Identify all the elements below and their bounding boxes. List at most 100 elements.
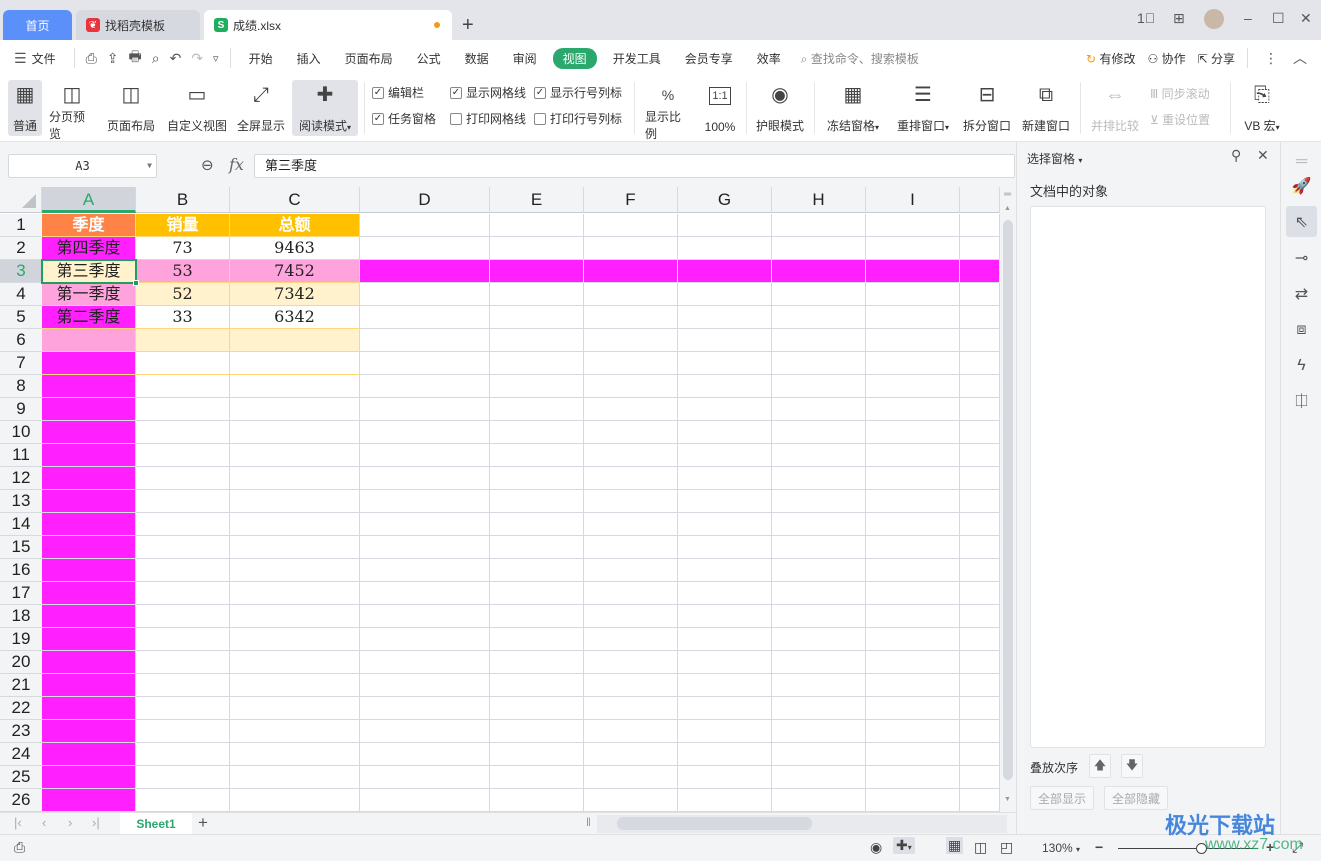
- column-header-G[interactable]: G: [678, 187, 772, 213]
- cell-H23[interactable]: [772, 720, 866, 743]
- cell-C13[interactable]: [230, 490, 360, 513]
- cell-J12[interactable]: [960, 467, 1000, 490]
- cell-F26[interactable]: [584, 789, 678, 812]
- cell-D11[interactable]: [360, 444, 490, 467]
- cell-A8[interactable]: [42, 375, 136, 398]
- cell-H11[interactable]: [772, 444, 866, 467]
- cell-J7[interactable]: [960, 352, 1000, 375]
- menu-page-layout[interactable]: 页面布局: [345, 50, 393, 67]
- checkbox-print-headings[interactable]: 打印行号列标: [534, 110, 622, 127]
- cell-C18[interactable]: [230, 605, 360, 628]
- menu-member[interactable]: 会员专享: [685, 50, 733, 67]
- cell-I6[interactable]: [866, 329, 960, 352]
- close-pane-icon[interactable]: ✕: [1257, 147, 1269, 164]
- print-icon[interactable]: 🖶: [129, 46, 142, 70]
- cell-E22[interactable]: [490, 697, 584, 720]
- cell-B14[interactable]: [136, 513, 230, 536]
- menu-review[interactable]: 审阅: [513, 50, 537, 67]
- show-all-button[interactable]: 全部显示: [1030, 786, 1094, 810]
- cell-D19[interactable]: [360, 628, 490, 651]
- cell-E17[interactable]: [490, 582, 584, 605]
- cell-D2[interactable]: [360, 237, 490, 260]
- collab-button[interactable]: ⚇ 协作: [1147, 50, 1185, 67]
- cell-G17[interactable]: [678, 582, 772, 605]
- cell-F24[interactable]: [584, 743, 678, 766]
- cell-E16[interactable]: [490, 559, 584, 582]
- row-header-25[interactable]: 25: [0, 766, 42, 789]
- name-box[interactable]: A3 ▼: [8, 154, 157, 178]
- cell-J1[interactable]: [960, 214, 1000, 237]
- sync-scroll-button[interactable]: Ⅲ 同步滚动: [1150, 85, 1210, 102]
- transform-icon[interactable]: ⇄: [1286, 278, 1317, 309]
- cell-I16[interactable]: [866, 559, 960, 582]
- row-header-10[interactable]: 10: [0, 421, 42, 444]
- cell-A12[interactable]: [42, 467, 136, 490]
- cell-D15[interactable]: [360, 536, 490, 559]
- cell-B18[interactable]: [136, 605, 230, 628]
- cell-J8[interactable]: [960, 375, 1000, 398]
- reading-mode-button[interactable]: ✚ 阅读模式▾: [292, 80, 358, 136]
- cell-C12[interactable]: [230, 467, 360, 490]
- cell-C1[interactable]: 总额: [230, 214, 360, 237]
- cell-E4[interactable]: [490, 283, 584, 306]
- page-break-status-icon[interactable]: ◰: [1000, 839, 1013, 856]
- cell-A10[interactable]: [42, 421, 136, 444]
- horizontal-scroll-thumb[interactable]: [617, 817, 812, 830]
- checkbox-show-gridlines[interactable]: ✓ 显示网格线: [450, 84, 526, 101]
- cell-A2[interactable]: 第四季度: [42, 237, 136, 260]
- cell-D8[interactable]: [360, 375, 490, 398]
- cell-J22[interactable]: [960, 697, 1000, 720]
- cell-E7[interactable]: [490, 352, 584, 375]
- cell-G26[interactable]: [678, 789, 772, 812]
- cell-A25[interactable]: [42, 766, 136, 789]
- cell-J25[interactable]: [960, 766, 1000, 789]
- cell-H1[interactable]: [772, 214, 866, 237]
- vb-macro-button[interactable]: ⎘ VB 宏▾: [1238, 80, 1286, 136]
- hide-all-button[interactable]: 全部隐藏: [1104, 786, 1168, 810]
- cell-D26[interactable]: [360, 789, 490, 812]
- column-header-D[interactable]: D: [360, 187, 490, 213]
- cell-F5[interactable]: [584, 306, 678, 329]
- maximize-button[interactable]: ☐: [1272, 10, 1285, 27]
- cell-E21[interactable]: [490, 674, 584, 697]
- cell-A6[interactable]: [42, 329, 136, 352]
- column-header-B[interactable]: B: [136, 187, 230, 213]
- cell-I13[interactable]: [866, 490, 960, 513]
- cell-J18[interactable]: [960, 605, 1000, 628]
- cell-H20[interactable]: [772, 651, 866, 674]
- cell-E12[interactable]: [490, 467, 584, 490]
- cell-B5[interactable]: 33: [136, 306, 230, 329]
- column-header-partial[interactable]: [960, 187, 1000, 213]
- cell-A7[interactable]: [42, 352, 136, 375]
- cell-G4[interactable]: [678, 283, 772, 306]
- objects-list[interactable]: [1030, 206, 1266, 748]
- cell-A13[interactable]: [42, 490, 136, 513]
- compare-side-by-side-button[interactable]: ⇔ 并排比较: [1088, 80, 1142, 136]
- cell-D18[interactable]: [360, 605, 490, 628]
- row-header-24[interactable]: 24: [0, 743, 42, 766]
- cell-C3[interactable]: 7452: [230, 260, 360, 283]
- style-icon[interactable]: ⧈: [1286, 314, 1317, 345]
- cell-H9[interactable]: [772, 398, 866, 421]
- cell-C22[interactable]: [230, 697, 360, 720]
- cell-C25[interactable]: [230, 766, 360, 789]
- row-header-12[interactable]: 12: [0, 467, 42, 490]
- cell-C11[interactable]: [230, 444, 360, 467]
- cell-G3[interactable]: [678, 260, 772, 283]
- cell-F21[interactable]: [584, 674, 678, 697]
- split-handle-icon[interactable]: ═: [1004, 189, 1011, 200]
- cell-G14[interactable]: [678, 513, 772, 536]
- menu-insert[interactable]: 插入: [297, 50, 321, 67]
- cell-D22[interactable]: [360, 697, 490, 720]
- eye-protection-button[interactable]: ◉ 护眼模式: [752, 80, 808, 136]
- cell-D14[interactable]: [360, 513, 490, 536]
- redo-icon[interactable]: ↷: [191, 50, 203, 67]
- cell-J16[interactable]: [960, 559, 1000, 582]
- cell-A11[interactable]: [42, 444, 136, 467]
- cell-I9[interactable]: [866, 398, 960, 421]
- cell-I1[interactable]: [866, 214, 960, 237]
- cell-G11[interactable]: [678, 444, 772, 467]
- cell-F10[interactable]: [584, 421, 678, 444]
- cell-H2[interactable]: [772, 237, 866, 260]
- row-header-5[interactable]: 5: [0, 306, 42, 329]
